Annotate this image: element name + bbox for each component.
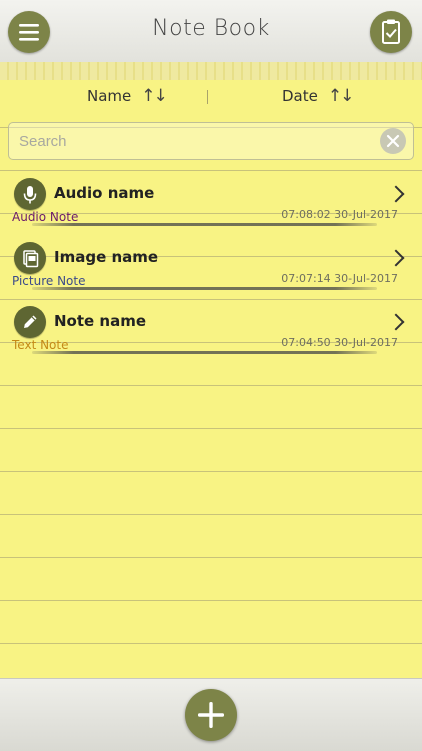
bottom-bar — [0, 678, 422, 751]
clipboard-check-icon — [382, 19, 400, 44]
note-timestamp: 07:07:14 30-Jul-2017 — [281, 272, 398, 285]
header-bar: Note Book — [0, 0, 422, 63]
list-item[interactable]: Note name Text Note 07:04:50 30-Jul-2017 — [0, 306, 422, 370]
sort-bar: Name ↑↓ Date ↑↓ — [0, 80, 422, 112]
page-title: Note Book — [152, 16, 270, 41]
note-type-label: Text Note — [12, 338, 69, 352]
note-title: Note name — [54, 312, 147, 330]
sort-by-date[interactable]: Date ↑↓ — [282, 86, 354, 106]
search-box — [8, 122, 414, 160]
clear-search-button[interactable] — [380, 128, 406, 154]
handwritten-underline — [32, 287, 377, 290]
note-title: Image name — [54, 248, 159, 266]
note-type-badge — [14, 242, 46, 274]
sort-arrows-icon: ↑↓ — [327, 86, 354, 106]
sort-divider — [207, 90, 208, 104]
search-input[interactable] — [17, 129, 371, 153]
note-type-badge — [14, 306, 46, 338]
chevron-right-icon — [387, 313, 405, 331]
sort-arrows-icon: ↑↓ — [141, 86, 167, 106]
plus-icon — [198, 702, 224, 728]
pencil-icon — [24, 315, 37, 328]
add-note-button[interactable] — [185, 689, 237, 741]
clipboard-button[interactable] — [370, 11, 412, 53]
note-timestamp: 07:08:02 30-Jul-2017 — [281, 208, 398, 221]
note-timestamp: 07:04:50 30-Jul-2017 — [281, 336, 398, 349]
handwritten-underline — [32, 223, 377, 226]
note-type-badge — [14, 178, 46, 210]
image-icon — [23, 250, 39, 268]
note-type-label: Audio Note — [12, 210, 79, 224]
torn-paper-edge — [0, 62, 422, 81]
close-icon — [386, 134, 400, 148]
sort-by-name[interactable]: Name ↑↓ — [87, 86, 168, 106]
chevron-right-icon — [387, 185, 405, 203]
microphone-icon — [23, 186, 37, 204]
note-type-label: Picture Note — [12, 274, 86, 288]
list-item[interactable]: Audio name Audio Note 07:08:02 30-Jul-20… — [0, 178, 422, 242]
sort-name-label: Name — [87, 87, 132, 105]
list-item[interactable]: Image name Picture Note 07:07:14 30-Jul-… — [0, 242, 422, 306]
note-title: Audio name — [54, 184, 155, 202]
sort-date-label: Date — [282, 87, 318, 105]
handwritten-underline — [32, 351, 377, 354]
chevron-right-icon — [387, 249, 405, 267]
notebook-paper: Name ↑↓ Date ↑↓ Audio name Audio Note 07:0… — [0, 80, 422, 678]
